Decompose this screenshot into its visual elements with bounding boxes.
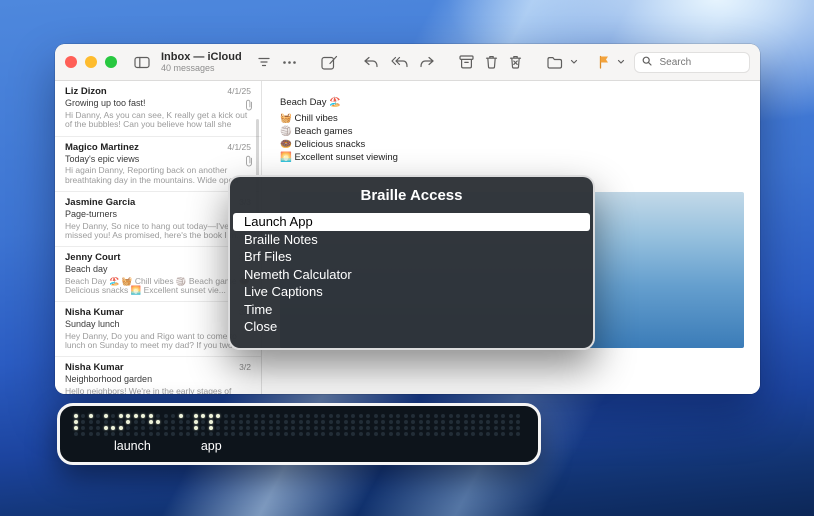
braille-cell — [194, 414, 205, 436]
braille-access-title: Braille Access — [233, 187, 590, 204]
trash-icon[interactable] — [483, 53, 500, 71]
menu-item-time[interactable]: Time — [233, 301, 590, 319]
braille-cell — [134, 414, 145, 436]
message-body-line: 🏐 Beach games — [280, 125, 744, 138]
braille-cell — [479, 414, 490, 436]
menu-item-live-captions[interactable]: Live Captions — [233, 283, 590, 301]
window-title: Inbox — iCloud — [161, 51, 242, 64]
braille-word-labels: launch app — [74, 439, 538, 453]
braille-cell — [344, 414, 355, 436]
braille-cell — [404, 414, 415, 436]
braille-cell — [299, 414, 310, 436]
braille-cell — [149, 414, 160, 436]
message-sender: Nisha Kumar — [65, 362, 124, 373]
search-field[interactable] — [634, 52, 750, 73]
message-sender: Nisha Kumar — [65, 307, 124, 318]
message-preview: Hi again Danny, Reporting back on anothe… — [65, 166, 251, 186]
filter-icon[interactable] — [255, 54, 273, 70]
braille-cell — [359, 414, 370, 436]
braille-cells — [74, 414, 538, 436]
message-subject: Sunday lunch — [65, 319, 251, 330]
reply-all-icon[interactable] — [388, 54, 410, 70]
attachment-icon — [245, 154, 253, 172]
message-subject: Today's epic views — [65, 154, 251, 165]
braille-cell — [119, 414, 130, 436]
message-preview: Beach Day 🏖️ 🧺 Chill vibes 🏐 Beach game … — [65, 277, 251, 297]
menu-item-brf-files[interactable]: Brf Files — [233, 248, 590, 266]
braille-cell — [209, 414, 220, 436]
braille-cell — [224, 414, 235, 436]
braille-access-panel: Braille Access Launch App Braille Notes … — [228, 175, 595, 350]
braille-cell — [239, 414, 250, 436]
flag-icon[interactable] — [596, 53, 612, 71]
message-date: 3/2 — [239, 362, 251, 372]
message-preview: Hey Danny, Do you and Rigo want to come … — [65, 332, 251, 352]
braille-cell — [419, 414, 430, 436]
braille-cell — [179, 414, 190, 436]
chevron-down-icon[interactable] — [568, 57, 580, 67]
sidebar-toggle-icon[interactable] — [132, 54, 152, 71]
mail-toolbar: Inbox — iCloud 40 messages — [55, 44, 760, 81]
message-sender: Jasmine Garcia — [65, 197, 135, 208]
list-item[interactable]: Liz Dizon 4/1/25 Growing up too fast! Hi… — [55, 81, 261, 137]
braille-cell — [449, 414, 460, 436]
compose-icon[interactable] — [319, 53, 340, 72]
braille-cell — [434, 414, 445, 436]
braille-cell — [494, 414, 505, 436]
braille-display-bar: launch app — [57, 403, 541, 465]
braille-cell — [509, 414, 520, 436]
more-icon[interactable] — [280, 58, 299, 67]
message-subject: Beach day — [65, 264, 251, 275]
braille-word-label: app — [201, 439, 222, 453]
search-icon — [642, 53, 652, 71]
menu-item-close[interactable]: Close — [233, 318, 590, 336]
message-sender: Liz Dizon — [65, 86, 107, 97]
message-body-line: Beach Day 🏖️ — [280, 96, 744, 109]
message-sender: Magico Martinez — [65, 142, 139, 153]
minimize-button[interactable] — [85, 56, 97, 68]
forward-icon[interactable] — [417, 54, 437, 70]
braille-cell — [104, 414, 115, 436]
message-preview: Hey Danny, So nice to hang out today—I'v… — [65, 222, 251, 242]
menu-item-braille-notes[interactable]: Braille Notes — [233, 231, 590, 249]
braille-cell — [464, 414, 475, 436]
message-date: 4/1/25 — [227, 86, 251, 96]
braille-cell — [74, 414, 85, 436]
menu-item-launch-app[interactable]: Launch App — [233, 213, 590, 231]
list-item[interactable]: Nisha Kumar 3/2 Neighborhood garden Hell… — [55, 357, 261, 394]
message-body-line: 🧺 Chill vibes — [280, 112, 744, 125]
braille-cell — [284, 414, 295, 436]
braille-word-label: launch — [114, 439, 151, 453]
search-input[interactable] — [657, 56, 742, 69]
braille-cell — [374, 414, 385, 436]
braille-cell — [329, 414, 340, 436]
folder-icon[interactable] — [545, 54, 565, 71]
message-preview: Hi Danny, As you can see, K really get a… — [65, 111, 251, 131]
menu-item-nemeth-calculator[interactable]: Nemeth Calculator — [233, 266, 590, 284]
message-subject: Neighborhood garden — [65, 374, 251, 385]
message-preview: Hello neighbors! We're in the early stag… — [65, 387, 251, 394]
braille-cell — [254, 414, 265, 436]
braille-cell — [314, 414, 325, 436]
message-body-line: 🌅 Excellent sunset viewing — [280, 151, 744, 164]
window-controls — [65, 56, 117, 68]
braille-cell — [164, 414, 175, 436]
reply-icon[interactable] — [361, 54, 381, 70]
braille-cell — [89, 414, 100, 436]
chevron-down-icon[interactable] — [615, 57, 627, 67]
attachment-icon — [245, 98, 253, 116]
message-body-line: 🍩 Delicious snacks — [280, 138, 744, 151]
message-subject: Growing up too fast! — [65, 98, 251, 109]
braille-cell — [269, 414, 280, 436]
close-button[interactable] — [65, 56, 77, 68]
junk-icon[interactable] — [507, 53, 524, 71]
archive-icon[interactable] — [457, 53, 476, 71]
message-count: 40 messages — [161, 63, 242, 73]
message-date: 4/1/25 — [227, 142, 251, 152]
braille-cell — [389, 414, 400, 436]
message-subject: Page-turners — [65, 209, 251, 220]
zoom-button[interactable] — [105, 56, 117, 68]
window-title-block: Inbox — iCloud 40 messages — [161, 51, 242, 74]
message-sender: Jenny Court — [65, 252, 120, 263]
